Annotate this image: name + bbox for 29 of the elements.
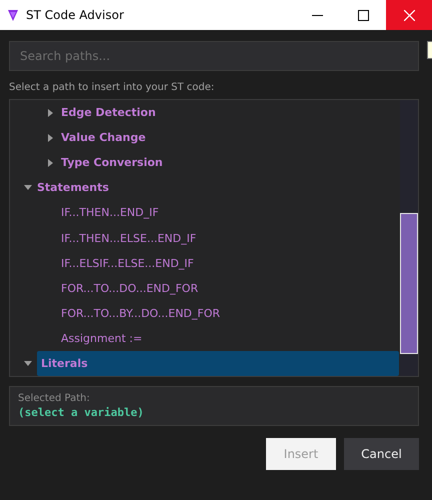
tree-item[interactable]: Assignment := xyxy=(61,332,142,345)
tree-item[interactable]: Statements xyxy=(37,181,109,194)
expand-arrow-icon[interactable] xyxy=(48,108,53,117)
expand-arrow-icon[interactable] xyxy=(48,158,53,167)
search-field[interactable]: Search paths... xyxy=(9,41,419,71)
tooltip xyxy=(427,41,432,59)
minimize-icon xyxy=(312,14,322,16)
tree-item[interactable]: Type Conversion xyxy=(61,156,163,170)
tree-item[interactable]: Edge Detection xyxy=(61,106,156,120)
expand-arrow-icon[interactable] xyxy=(48,134,53,142)
scrollbar[interactable] xyxy=(400,100,418,376)
selected-path-value: (select a variable) xyxy=(18,406,145,419)
tree-item[interactable]: IF...ELSIF...ELSE...END_IF xyxy=(61,256,194,270)
tree-item[interactable]: FOR...TO...DO...END_FOR xyxy=(61,282,198,295)
app-logo-icon xyxy=(8,10,18,20)
cancel-button[interactable]: Cancel xyxy=(344,438,419,470)
window-title: ST Code Advisor xyxy=(26,8,125,22)
tree-item[interactable]: Value Change xyxy=(61,131,146,144)
tree-item[interactable]: IF...THEN...ELSE...END_IF xyxy=(61,232,196,245)
tree-item[interactable]: FOR...TO...BY...DO...END_FOR xyxy=(61,306,220,320)
selected-path-label: Selected Path: xyxy=(18,393,91,404)
maximize-icon xyxy=(358,10,368,20)
close-button[interactable] xyxy=(386,0,432,30)
tree-item[interactable]: IF...THEN...END_IF xyxy=(61,206,159,220)
collapse-arrow-icon[interactable] xyxy=(24,360,32,366)
tree-item[interactable]: Literals xyxy=(37,350,399,376)
close-icon xyxy=(404,10,414,20)
instruction-text: Select a path to insert into your ST code: xyxy=(9,82,216,93)
collapse-arrow-icon[interactable] xyxy=(24,185,32,190)
